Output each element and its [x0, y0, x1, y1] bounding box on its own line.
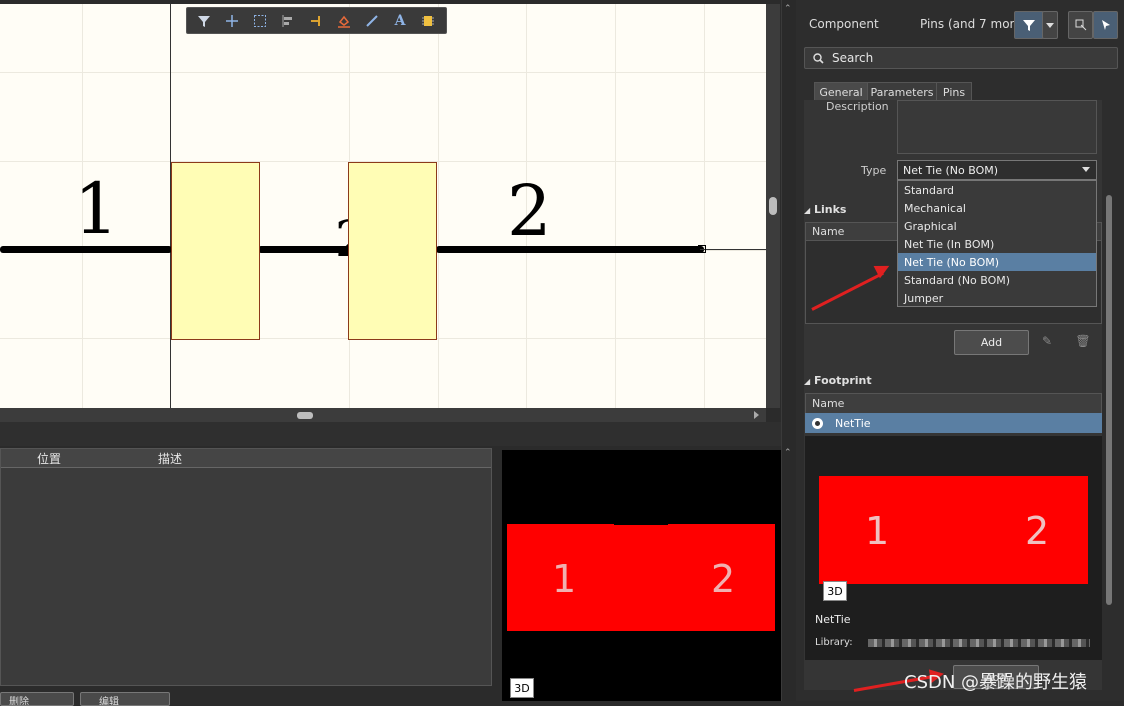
select-rect-icon[interactable]	[249, 11, 271, 31]
chevron-down-icon	[1082, 167, 1090, 172]
align-icon[interactable]	[277, 11, 299, 31]
footprint-name: NetTie	[835, 416, 871, 430]
pin-end-line	[700, 249, 766, 250]
canvas-horizontal-scrollbar[interactable]	[0, 408, 766, 422]
grid-line	[615, 4, 616, 408]
type-option-mechanical[interactable]: Mechanical	[898, 199, 1096, 217]
component-icon[interactable]	[417, 11, 439, 31]
preview-gap	[614, 523, 668, 525]
add-link-button[interactable]: Add	[954, 330, 1029, 355]
pointer-select-button[interactable]	[1093, 11, 1118, 39]
crosshair-icon[interactable]	[221, 11, 243, 31]
library-path-redacted	[868, 639, 1090, 647]
filter-dropdown-button[interactable]	[1042, 11, 1058, 39]
pin-wire-middle[interactable]	[258, 246, 350, 253]
scroll-thumb[interactable]	[769, 197, 777, 215]
pin-wire-right[interactable]	[436, 246, 704, 253]
type-dropdown-list: Standard Mechanical Graphical Net Tie (I…	[897, 180, 1097, 307]
grid-line	[438, 4, 439, 408]
edit-button[interactable]: 编辑	[80, 692, 170, 706]
collapse-up-icon[interactable]: ⌃	[784, 4, 792, 14]
tab-general[interactable]: General	[814, 82, 868, 101]
delete-link-icon[interactable]: 🗑	[1072, 330, 1094, 352]
type-option-standard[interactable]: Standard	[898, 181, 1096, 199]
select-icon	[1075, 19, 1086, 31]
list-header: 位置 描述	[1, 449, 491, 468]
pin-wire-left[interactable]	[0, 246, 172, 253]
pin-number-right: 2	[507, 170, 552, 252]
column-position[interactable]: 位置	[37, 450, 61, 467]
pointer-icon	[1101, 20, 1110, 30]
panel-splitter	[0, 422, 781, 446]
component-body-right[interactable]	[348, 162, 437, 340]
footprint-row[interactable]: NetTie	[805, 413, 1102, 433]
footprint-pad-number-left: 1	[865, 509, 890, 553]
column-description[interactable]: 描述	[158, 450, 182, 467]
type-label: Type	[861, 164, 887, 177]
pin-number-left: 1	[74, 168, 119, 250]
pin-hotspot-icon	[698, 245, 706, 253]
tab-parameters[interactable]: Parameters	[867, 82, 937, 101]
fill-icon[interactable]	[333, 11, 355, 31]
type-select[interactable]: Net Tie (No BOM)	[897, 160, 1097, 180]
tab-pins[interactable]: Pins	[936, 82, 972, 101]
type-option-net-tie-no-bom[interactable]: Net Tie (No BOM)	[898, 253, 1096, 271]
collapse-triangle-icon: ◢	[804, 377, 811, 386]
collapse-triangle-icon: ◢	[804, 206, 811, 215]
pin-list-panel: 位置 描述	[0, 448, 492, 686]
footprint-section-header[interactable]: ◢ Footprint	[804, 374, 872, 387]
watermark: CSDN @暴躁的野生猿	[904, 672, 1088, 693]
library-label: Library:	[815, 637, 853, 648]
schematic-canvas[interactable]: 1 2 2	[0, 4, 766, 408]
line-icon[interactable]	[361, 11, 383, 31]
edit-link-icon[interactable]: ✎	[1036, 330, 1058, 352]
filter-icon[interactable]	[193, 11, 215, 31]
chevron-down-icon	[1046, 22, 1054, 28]
scroll-thumb[interactable]	[1106, 195, 1112, 605]
type-option-graphical[interactable]: Graphical	[898, 217, 1096, 235]
3d-toggle-badge[interactable]: 3D	[510, 678, 534, 698]
select-mask-button[interactable]	[1068, 11, 1093, 39]
grid-line	[0, 72, 766, 73]
footprint-title: NetTie	[815, 613, 851, 626]
canvas-vertical-scrollbar[interactable]	[766, 4, 780, 408]
component-body-left[interactable]	[171, 162, 260, 340]
type-option-net-tie-in-bom[interactable]: Net Tie (In BOM)	[898, 235, 1096, 253]
grid-line	[704, 4, 705, 408]
panel-title: Component	[809, 17, 879, 31]
preview-pad-number-right: 2	[711, 557, 736, 601]
selection-summary: Pins (and 7 more)	[920, 17, 1027, 31]
text-icon[interactable]: A	[389, 11, 411, 31]
description-label: Description	[826, 100, 889, 113]
footprint-name-column[interactable]: Name	[806, 394, 1101, 414]
radio-selected-icon[interactable]	[812, 417, 823, 429]
type-selected-value: Net Tie (No BOM)	[903, 163, 999, 177]
type-option-standard-no-bom[interactable]: Standard (No BOM)	[898, 271, 1096, 289]
3d-toggle-badge[interactable]: 3D	[823, 581, 847, 601]
description-field[interactable]	[897, 100, 1097, 154]
scroll-right-icon[interactable]	[754, 411, 759, 419]
footprint-preview[interactable]: 1 2 3D NetTie Library:	[805, 436, 1102, 660]
component-3d-preview[interactable]: 1 2 3D	[502, 450, 781, 701]
type-option-jumper[interactable]: Jumper	[898, 289, 1096, 307]
search-placeholder: Search	[832, 51, 874, 65]
place-pin-icon[interactable]	[305, 11, 327, 31]
canvas-toolbar: A	[186, 7, 447, 34]
delete-button[interactable]: 删除	[0, 692, 74, 706]
search-input[interactable]: Search	[804, 47, 1118, 69]
search-icon	[813, 52, 824, 64]
properties-scrollbar[interactable]	[1105, 100, 1115, 690]
panel-divider[interactable]: ⌃ ⌃	[781, 0, 796, 701]
filter-icon	[1023, 20, 1035, 31]
preview-pad-number-left: 1	[552, 557, 577, 601]
links-section-header[interactable]: ◢ Links	[804, 203, 846, 216]
filter-button[interactable]	[1014, 11, 1044, 39]
footprint-pad-number-right: 2	[1025, 509, 1050, 553]
footprint-table: Name	[805, 393, 1102, 414]
collapse-up-icon[interactable]: ⌃	[784, 448, 792, 458]
scroll-thumb[interactable]	[297, 412, 313, 419]
